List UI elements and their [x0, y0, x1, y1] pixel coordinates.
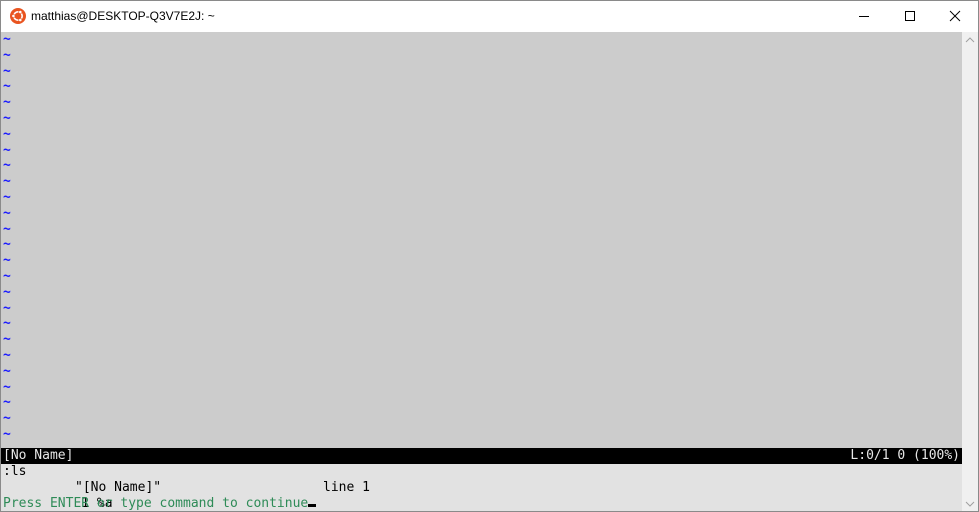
vim-status-line: [No Name] L:0/1 0 (100%) [1, 448, 962, 464]
empty-line-marker: ~ [3, 221, 11, 237]
empty-line-marker: ~ [3, 110, 11, 126]
empty-line-marker: ~ [3, 395, 11, 411]
status-filename: [No Name] [3, 448, 74, 463]
buffer-name: "[No Name]" [75, 480, 162, 495]
empty-line-marker: ~ [3, 268, 11, 284]
minimize-icon [859, 16, 869, 17]
title-bar[interactable]: matthias@DESKTOP-Q3V7E2J: ~ [1, 1, 978, 31]
scroll-thumb[interactable] [965, 50, 975, 470]
empty-line-marker: ~ [3, 63, 11, 79]
window-title: matthias@DESKTOP-Q3V7E2J: ~ [31, 9, 215, 23]
empty-line-marker: ~ [3, 347, 11, 363]
close-icon [949, 10, 961, 22]
chevron-up-icon [965, 37, 975, 43]
command-line: :ls [3, 464, 27, 479]
empty-line-marker: ~ [3, 79, 11, 95]
empty-line-marker: ~ [3, 95, 11, 111]
empty-line-marker: ~ [3, 363, 11, 379]
scroll-down-button[interactable] [962, 496, 978, 511]
empty-line-marker: ~ [3, 426, 11, 442]
maximize-button[interactable] [887, 1, 933, 31]
empty-line-marker: ~ [3, 379, 11, 395]
empty-line-markers: ~ ~ ~ ~ ~ ~ ~ ~ ~ ~ ~ ~ ~ ~ ~ ~ ~ ~ ~ ~ ~ ~ ~ ~ ~ ~ [3, 32, 23, 443]
vertical-scrollbar[interactable] [962, 32, 978, 511]
empty-line-marker: ~ [3, 142, 11, 158]
minimize-button[interactable] [841, 1, 887, 31]
ubuntu-icon [10, 8, 26, 24]
empty-line-marker: ~ [3, 253, 11, 269]
empty-line-marker: ~ [3, 47, 11, 63]
empty-line-marker: ~ [3, 174, 11, 190]
close-button[interactable] [932, 1, 978, 31]
chevron-down-icon [965, 501, 975, 507]
empty-line-marker: ~ [3, 32, 11, 47]
terminal-window: matthias@DESKTOP-Q3V7E2J: ~ ~ ~ ~ ~ ~ ~ ~ ~ ~ ~ ~ ~… [0, 0, 979, 512]
buffer-list-row: 1 %a "[No Name]" line 1 [3, 480, 370, 511]
empty-line-marker: ~ [3, 332, 11, 348]
empty-line-marker: ~ [3, 205, 11, 221]
empty-line-marker: ~ [3, 189, 11, 205]
continue-prompt-text: Press ENTER or type command to continue [3, 496, 309, 511]
empty-line-marker: ~ [3, 300, 11, 316]
status-position: L:0/1 0 (100%) [850, 448, 960, 463]
empty-line-marker: ~ [3, 411, 11, 427]
empty-line-marker: ~ [3, 316, 11, 332]
empty-line-marker: ~ [3, 284, 11, 300]
empty-line-marker: ~ [3, 237, 11, 253]
scroll-up-button[interactable] [962, 32, 978, 48]
text-cursor [308, 504, 317, 507]
command-output-area: :ls 1 %a "[No Name]" line 1 Press ENTER … [1, 464, 962, 511]
empty-line-marker: ~ [3, 126, 11, 142]
continue-prompt: Press ENTER or type command to continue [3, 496, 317, 511]
maximize-icon [905, 11, 915, 21]
buffer-line: line 1 [323, 480, 370, 495]
empty-line-marker: ~ [3, 158, 11, 174]
terminal-content[interactable]: ~ ~ ~ ~ ~ ~ ~ ~ ~ ~ ~ ~ ~ ~ ~ ~ ~ ~ ~ ~ ~ ~ ~ ~ ~ ~ [No Name] L:0… [1, 32, 962, 511]
